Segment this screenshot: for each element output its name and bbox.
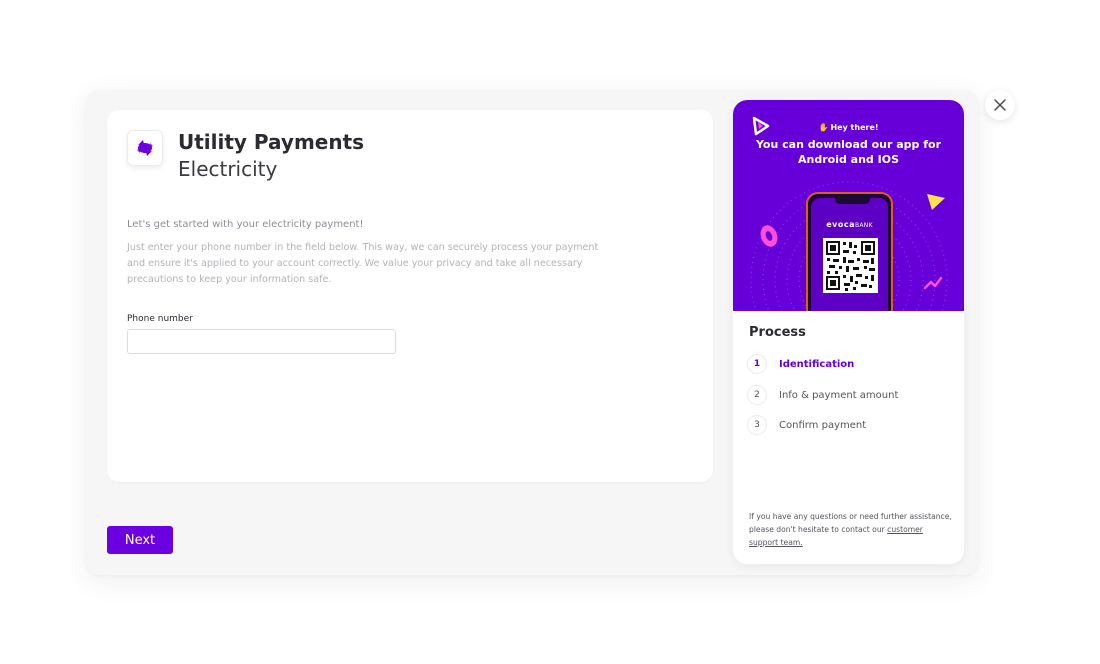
next-button[interactable]: Next [107, 526, 173, 554]
close-button[interactable] [985, 90, 1015, 120]
phone-notch [835, 198, 870, 204]
app-download-banner: ✋ Hey there! You can download our app for… [733, 100, 964, 311]
banner-text: You can download our app for Android and… [755, 138, 942, 166]
electricity-icon [127, 130, 163, 166]
step-label: Confirm payment [779, 419, 867, 431]
phone-label: Phone number [127, 314, 193, 324]
qr-code [823, 238, 878, 293]
banner-greeting: ✋ Hey there! [818, 123, 879, 132]
page-subtitle: Electricity [178, 157, 278, 181]
step-number: 2 [747, 385, 767, 405]
intro-heading: Let's get started with your electricity … [127, 219, 364, 230]
step-number: 1 [747, 354, 767, 374]
phone-number-input[interactable] [127, 329, 396, 354]
process-title: Process [749, 325, 806, 340]
process-step-confirm: 3 Confirm payment [747, 415, 866, 435]
main-card: Utility Payments Electricity Let's get s… [107, 110, 713, 482]
phone-screen: evocaBANK [811, 198, 888, 311]
process-step-identification: 1 Identification [747, 354, 854, 374]
bank-logo: evocaBANK [826, 220, 873, 229]
process-step-info-payment: 2 Info & payment amount [747, 385, 898, 405]
step-label: Identification [779, 358, 855, 370]
help-text: If you have any questions or need furthe… [749, 512, 952, 547]
intro-body: Just enter your phone number in the fiel… [127, 242, 599, 285]
step-label: Info & payment amount [779, 389, 899, 401]
close-icon [994, 99, 1006, 111]
phone-mockup: evocaBANK [806, 192, 893, 311]
page-title: Utility Payments [178, 130, 365, 154]
info-sidebar: ✋ Hey there! You can download our app for… [733, 100, 964, 564]
wave-icon: ✋ [818, 123, 829, 132]
step-number: 3 [747, 415, 767, 435]
